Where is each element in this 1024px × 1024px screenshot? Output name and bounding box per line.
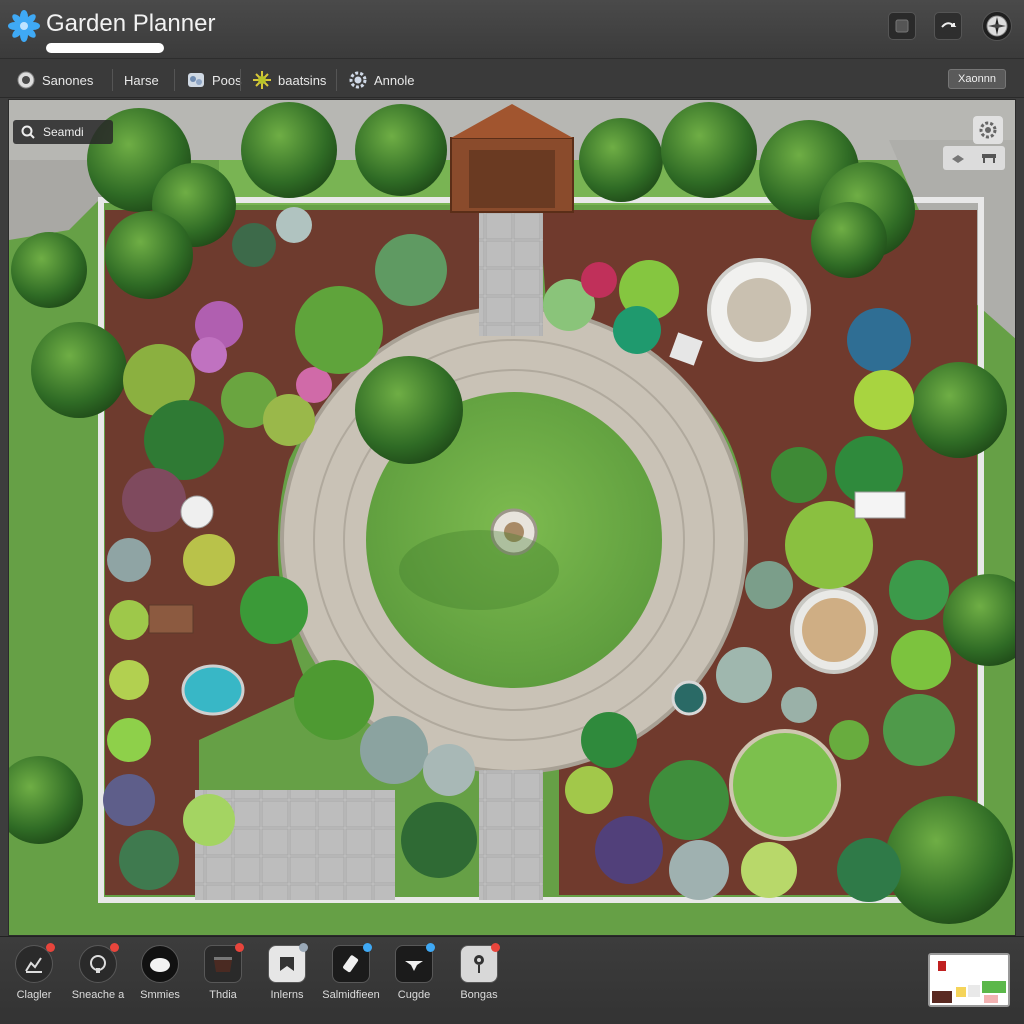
- tool-annole[interactable]: Annole: [348, 67, 414, 93]
- cube-icon[interactable]: [950, 151, 966, 165]
- leaf-circle-icon: [16, 70, 36, 90]
- toolbar-divider: [112, 69, 113, 91]
- bench-icon[interactable]: [980, 151, 998, 165]
- view-settings-button[interactable]: [973, 116, 1003, 144]
- gear-icon: [979, 121, 997, 139]
- tray-icon-frame: [395, 943, 435, 983]
- tray-label: Bongas: [460, 989, 498, 1001]
- asset-tray: Clagler Sneache a Smmies Thdia Inlerns S…: [0, 936, 1024, 1024]
- tray-label: Thdia: [209, 989, 237, 1001]
- notification-dot: [491, 943, 500, 952]
- tray-label: Sneache a: [71, 989, 125, 1001]
- garden-planner-window: Garden Planner Sanones Harse Poos baatsi…: [0, 0, 1024, 1024]
- notification-dot: [235, 943, 244, 952]
- tray-label: Salmidfieen: [322, 989, 380, 1001]
- south-path: [479, 770, 543, 900]
- compass-button[interactable]: [982, 11, 1012, 41]
- garden-plan-view[interactable]: [9, 100, 1016, 936]
- undo-button[interactable]: [934, 12, 962, 40]
- tool-annole-label: Annole: [374, 72, 415, 88]
- title-underline: [46, 43, 164, 53]
- tree-shadow: [399, 530, 559, 610]
- stones-icon: [186, 70, 206, 90]
- tray-icon-frame: [204, 943, 244, 983]
- main-toolbar: Sanones Harse Poos baatsins Annole Xaonn…: [0, 58, 1024, 98]
- view-mode-buttons[interactable]: [943, 146, 1005, 170]
- shrub-icon: [90, 955, 106, 973]
- plant-chart-icon: [25, 957, 42, 973]
- minimap-preview: [930, 955, 1008, 1005]
- tool-harse-label: Harse: [124, 72, 159, 88]
- north-path: [479, 210, 543, 336]
- compass-icon: [986, 15, 1008, 37]
- gear-icon: [348, 70, 368, 90]
- seating-floor: [727, 278, 791, 342]
- tool-seasons-label: Sanones: [42, 72, 94, 88]
- tool-harse[interactable]: Harse: [124, 67, 159, 93]
- tray-label: Inlerns: [270, 989, 304, 1001]
- sun-flower-icon: [252, 70, 272, 90]
- water-urn[interactable]: [671, 680, 707, 716]
- garden-canvas[interactable]: Seamdi: [8, 99, 1016, 936]
- tag-icon: [343, 955, 359, 973]
- tray-item-bongas[interactable]: Bongas: [442, 943, 516, 1001]
- boulder-icon: [150, 958, 170, 972]
- title-bar: Garden Planner: [0, 0, 1024, 58]
- window-square-button[interactable]: [888, 12, 916, 40]
- flower-logo-icon: [8, 10, 40, 42]
- sparkle-icon: [405, 961, 423, 971]
- tray-label: Clagler: [16, 989, 52, 1001]
- minimap[interactable]: [928, 953, 1010, 1007]
- tray-label: Cugde: [397, 989, 431, 1001]
- tool-pos[interactable]: Poos: [186, 67, 242, 93]
- tray-icon-frame: [79, 943, 119, 983]
- app-title: Garden Planner: [46, 10, 216, 37]
- tool-baatsins[interactable]: baatsins: [252, 67, 326, 93]
- toolbar-divider: [240, 69, 241, 91]
- small-round-lawn[interactable]: [729, 729, 841, 841]
- tray-icon-frame: [332, 943, 372, 983]
- notification-dot: [363, 943, 372, 952]
- tray-icon-frame: [141, 945, 179, 983]
- square-icon: [895, 19, 909, 33]
- canvas-search[interactable]: Seamdi: [13, 120, 113, 144]
- garden-sphere-ornament[interactable]: [180, 495, 214, 529]
- tray-item-cugde[interactable]: Cugde: [377, 943, 451, 1001]
- pergola-lattice: [469, 150, 555, 208]
- toolbar-divider: [336, 69, 337, 91]
- tray-icon-frame: [460, 943, 500, 983]
- canvas-search-label: Seamdi: [43, 125, 84, 139]
- undo-arrow-icon: [941, 22, 957, 28]
- garden-table[interactable]: [148, 604, 194, 634]
- toolbar-right-button[interactable]: Xaonnn: [948, 69, 1006, 89]
- tool-pos-label: Poos: [212, 72, 242, 88]
- sapling-icon: [474, 955, 484, 973]
- notification-dot: [299, 943, 308, 952]
- tool-seasons[interactable]: Sanones: [16, 67, 93, 93]
- tray-icon-frame: [15, 943, 55, 983]
- white-bench[interactable]: [854, 491, 906, 519]
- tray-item-inlerns[interactable]: Inlerns: [250, 943, 324, 1001]
- notification-dot: [110, 943, 119, 952]
- notification-dot: [426, 943, 435, 952]
- toolbar-divider: [174, 69, 175, 91]
- notification-dot: [46, 943, 55, 952]
- bed-icon: [214, 957, 232, 972]
- flag-icon: [280, 957, 294, 971]
- tray-item-thdia[interactable]: Thdia: [186, 943, 260, 1001]
- tray-label: Smmies: [140, 989, 180, 1001]
- small-pond[interactable]: [181, 664, 245, 716]
- search-icon: [21, 125, 35, 139]
- tray-icon-frame: [268, 943, 308, 983]
- planter-soil: [802, 598, 866, 662]
- tool-baatsins-label: baatsins: [278, 72, 327, 88]
